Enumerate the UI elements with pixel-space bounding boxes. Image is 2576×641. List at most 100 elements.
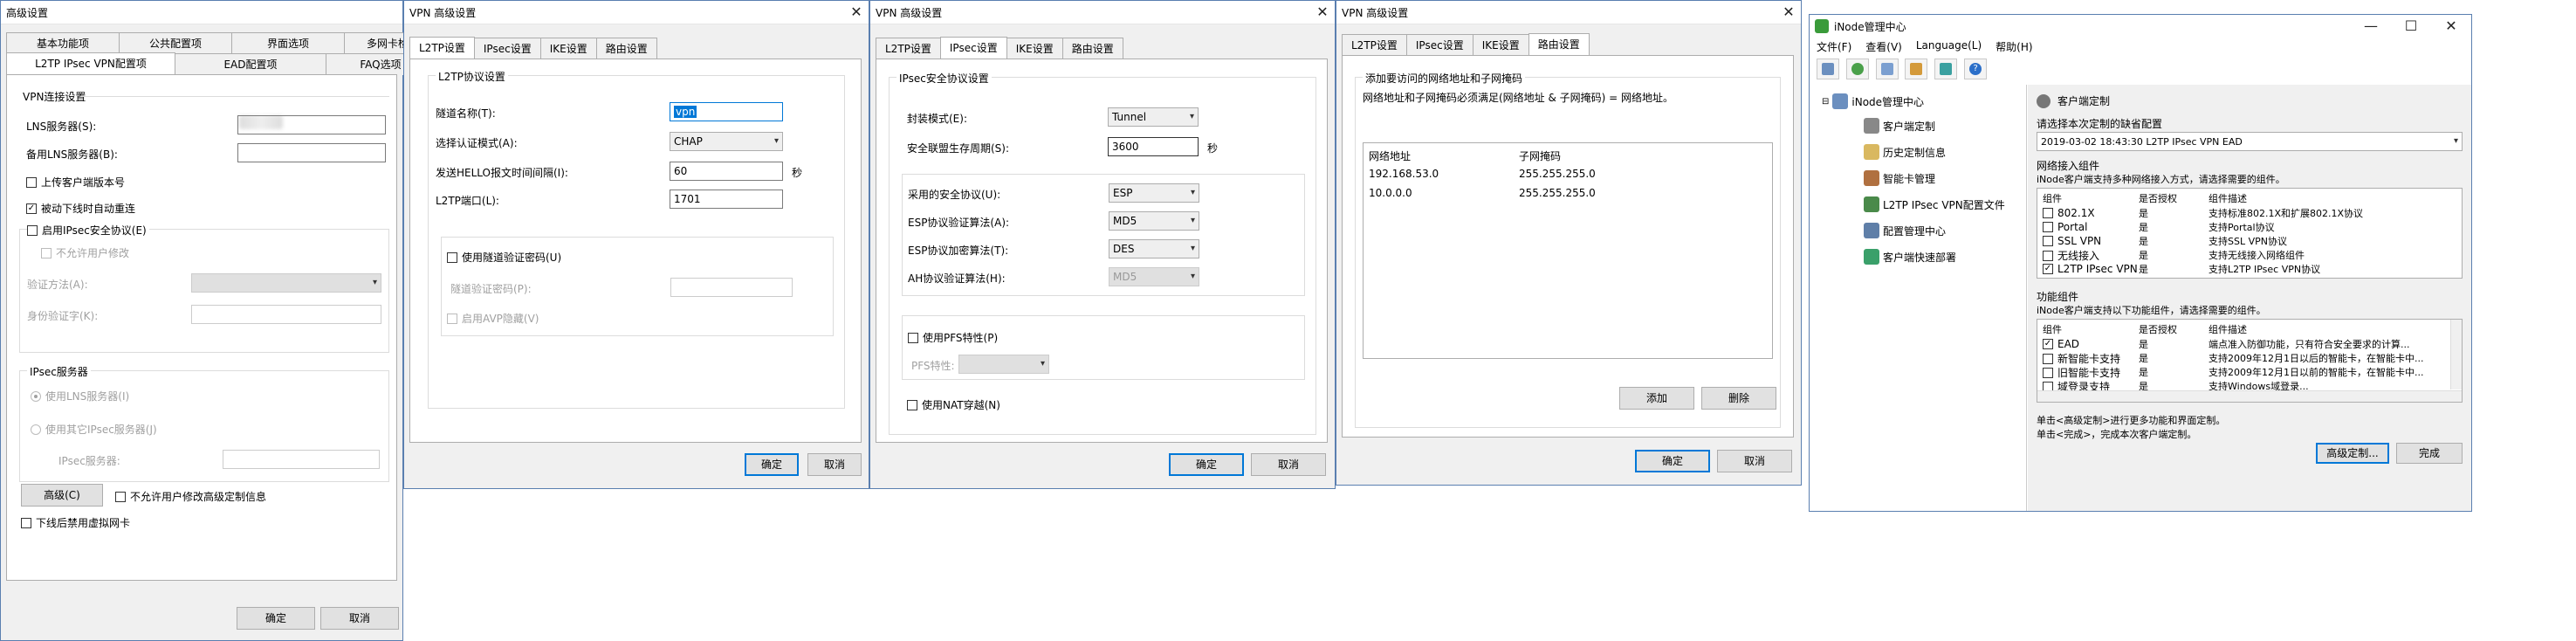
vertical-scrollbar[interactable] — [2450, 320, 2462, 389]
ah-auth-select[interactable]: MD5 ▾ — [1109, 267, 1199, 286]
tab-ipsec[interactable]: IPsec设置 — [1405, 34, 1473, 56]
tab-l2tp[interactable]: L2TP设置 — [876, 38, 941, 59]
table-row[interactable]: 无线接入 是 支持无线接入网络组件 — [2043, 248, 2305, 263]
default-config-select[interactable]: 2019-03-02 18:43:30 L2TP IPsec VPN EAD ▾ — [2037, 132, 2463, 151]
disable-nic-checkbox[interactable]: 下线后禁用虚拟网卡 — [21, 515, 130, 530]
use-other-ipsec-radio[interactable]: 使用其它IPsec服务器(J) — [31, 422, 157, 437]
tab-l2tp[interactable]: L2TP设置 — [1342, 34, 1407, 56]
route-list[interactable]: 网络地址 子网掩码 192.168.53.0 255.255.255.0 10.… — [1363, 142, 1773, 359]
tab-route[interactable]: 路由设置 — [1061, 38, 1123, 59]
proto-select[interactable]: ESP ▾ — [1109, 183, 1199, 203]
close-icon[interactable]: ✕ — [1310, 2, 1335, 23]
minimize-icon[interactable]: — — [2351, 16, 2391, 37]
route-row-mask[interactable]: 255.255.255.0 — [1519, 168, 1596, 180]
use-lns-radio[interactable]: 使用LNS服务器(I) — [31, 389, 129, 403]
cancel-button[interactable]: 取消 — [1251, 453, 1326, 476]
pfs-select[interactable]: ▾ — [958, 355, 1049, 374]
nat-checkbox[interactable]: 使用NAT穿越(N) — [907, 397, 1000, 412]
tab-l2tp[interactable]: L2TP设置 — [409, 37, 475, 60]
component-checkbox[interactable]: SSL VPN — [2043, 234, 2139, 248]
cancel-button[interactable]: 取消 — [1717, 450, 1792, 472]
table-row[interactable]: Portal 是 支持Portal协议 — [2043, 220, 2275, 234]
finish-button[interactable]: 完成 — [2396, 443, 2463, 464]
table-row[interactable]: SSL VPN 是 支持SSL VPN协议 — [2043, 234, 2287, 248]
component-checkbox[interactable]: 无线接入 — [2043, 248, 2139, 263]
delete-button[interactable]: 删除 — [1701, 387, 1776, 410]
menu-file[interactable]: 文件(F) — [1817, 39, 1851, 54]
encap-select[interactable]: Tunnel ▾ — [1108, 107, 1199, 127]
disallow-modify-checkbox[interactable]: 不允许用户修改 — [41, 245, 129, 260]
auto-reconnect-checkbox[interactable]: ✓ 被动下线时自动重连 — [26, 201, 135, 216]
tree-item-customize[interactable]: 客户端定制 — [1864, 118, 1935, 134]
tab-l2tp-vpn[interactable]: L2TP IPsec VPN配置项 — [6, 52, 175, 76]
identity-cert-input[interactable] — [191, 305, 381, 324]
cancel-button[interactable]: 取消 — [320, 607, 399, 630]
horizontal-scrollbar[interactable] — [2037, 390, 2462, 402]
ok-button[interactable]: 确定 — [237, 607, 315, 630]
route-row-addr[interactable]: 192.168.53.0 — [1369, 168, 1439, 180]
table-row[interactable]: ✓ L2TP IPsec VPN 是 支持L2TP IPsec VPN协议 — [2043, 262, 2320, 276]
maximize-icon[interactable]: ☐ — [2391, 16, 2431, 37]
tree-item-smartcard[interactable]: 智能卡管理 — [1864, 170, 1935, 186]
table-row[interactable]: 802.1X 是 支持标准802.1X和扩展802.1X协议 — [2043, 206, 2363, 220]
route-row-mask[interactable]: 255.255.255.0 — [1519, 187, 1596, 199]
ok-button[interactable]: 确定 — [1635, 450, 1710, 472]
close-icon[interactable]: ✕ — [1776, 2, 1801, 23]
tab-ike[interactable]: IKE设置 — [539, 38, 597, 59]
tunnel-pwd-input[interactable] — [670, 278, 793, 297]
route-row-addr[interactable]: 10.0.0.0 — [1369, 187, 1412, 199]
tab-route[interactable]: 路由设置 — [1528, 33, 1590, 57]
func-components-list[interactable]: 组件 是否授权 组件描述 ✓ EAD 是端点准入防御功能，只有符合安全要求的计算... … — [2037, 319, 2463, 403]
advanced-customize-button[interactable]: 高级定制... — [2316, 443, 2389, 464]
close-icon[interactable]: ✕ — [2431, 16, 2471, 37]
toolbar-tools-icon[interactable] — [1875, 59, 1899, 79]
menu-view[interactable]: 查看(V) — [1865, 39, 1902, 54]
tab-route[interactable]: 路由设置 — [595, 38, 657, 59]
auth-mode-select[interactable]: CHAP ▾ — [670, 132, 783, 151]
toolbar-help-icon[interactable]: ? — [1964, 59, 1988, 79]
toolbar-settings-icon[interactable] — [1817, 59, 1839, 79]
tunnel-auth-checkbox[interactable]: 使用隧道验证密码(U) — [447, 250, 561, 265]
esp-enc-select[interactable]: DES ▾ — [1109, 239, 1199, 258]
ok-button[interactable]: 确定 — [745, 453, 799, 476]
backup-lns-input[interactable] — [237, 143, 386, 162]
auth-method-select[interactable]: ▾ — [191, 273, 381, 293]
table-row[interactable]: 旧智能卡支持 是 支持2009年12月1日以前的智能卡，在智能卡中... — [2043, 365, 2423, 380]
tree-item-vpn-config[interactable]: L2TP IPsec VPN配置文件 — [1864, 196, 2005, 212]
tab-ipsec[interactable]: IPsec设置 — [473, 38, 541, 59]
component-checkbox[interactable]: ✓ L2TP IPsec VPN — [2043, 262, 2139, 276]
tree-collapse-icon[interactable]: ⊟ — [1822, 97, 1829, 107]
esp-auth-select[interactable]: MD5 ▾ — [1109, 211, 1199, 231]
toolbar-deploy-icon[interactable] — [1934, 59, 1958, 79]
toolbar-folder-icon[interactable] — [1905, 59, 1928, 79]
upload-version-checkbox[interactable]: 上传客户端版本号 — [26, 175, 125, 190]
ok-button[interactable]: 确定 — [1169, 453, 1244, 476]
enable-ipsec-checkbox[interactable]: 启用IPsec安全协议(E) — [27, 223, 149, 238]
menu-help[interactable]: 帮助(H) — [1996, 39, 2032, 54]
tab-ike[interactable]: IKE设置 — [1472, 34, 1529, 56]
add-button[interactable]: 添加 — [1619, 387, 1694, 410]
lns-server-input[interactable] — [237, 115, 386, 134]
cancel-button[interactable]: 取消 — [807, 453, 862, 476]
tree-item-config-center[interactable]: 配置管理中心 — [1864, 223, 1946, 238]
net-components-list[interactable]: 组件 是否授权 组件描述 802.1X 是支持标准802.1X和扩展802.1X协议 … — [2037, 188, 2463, 279]
tree-item-deploy[interactable]: 客户端快速部署 — [1864, 249, 1956, 265]
l2tp-port-input[interactable]: 1701 — [670, 190, 783, 209]
tab-ead[interactable]: EAD配置项 — [175, 53, 326, 75]
component-checkbox[interactable]: 旧智能卡支持 — [2043, 365, 2139, 380]
lifetime-input[interactable]: 3600 — [1108, 137, 1199, 156]
tab-basic[interactable]: 基本功能项 — [6, 32, 120, 54]
tab-ike[interactable]: IKE设置 — [1006, 38, 1063, 59]
tab-public[interactable]: 公共配置项 — [119, 32, 232, 54]
component-checkbox[interactable]: ✓ EAD — [2043, 337, 2139, 351]
menu-language[interactable]: Language(L) — [1916, 39, 1982, 54]
tunnel-name-input[interactable]: vpn — [670, 102, 783, 121]
tab-ipsec[interactable]: IPsec设置 — [939, 37, 1007, 60]
tree-item-history[interactable]: 历史定制信息 — [1864, 144, 1946, 160]
hello-interval-input[interactable]: 60 — [670, 162, 783, 181]
toolbar-refresh-icon[interactable] — [1845, 59, 1869, 79]
table-row[interactable]: ✓ EAD 是 端点准入防御功能，只有符合安全要求的计算... — [2043, 337, 2410, 351]
disallow-adv-checkbox[interactable]: 不允许用户修改高级定制信息 — [115, 489, 266, 504]
component-checkbox[interactable]: 802.1X — [2043, 206, 2139, 220]
component-checkbox[interactable]: Portal — [2043, 220, 2139, 234]
